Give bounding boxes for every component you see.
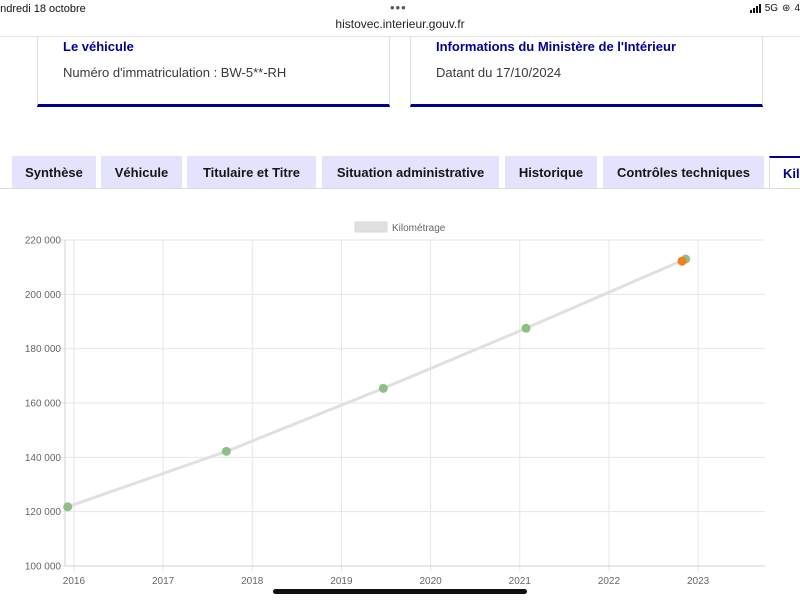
x-tick-label: 2018 xyxy=(241,576,264,587)
tab-kilometrage[interactable]: Kilo xyxy=(769,156,800,189)
x-tick-label: 2020 xyxy=(419,576,442,587)
y-tick-label: 120 000 xyxy=(25,507,62,518)
home-indicator[interactable] xyxy=(273,589,527,594)
tab-titulaire[interactable]: Titulaire et Titre xyxy=(187,156,316,189)
x-tick-label: 2016 xyxy=(63,576,86,587)
address-bar-url[interactable]: histovec.interieur.gouv.fr xyxy=(0,17,800,31)
battery-label: 4 xyxy=(794,3,800,14)
tab-situation-administrative[interactable]: Situation administrative xyxy=(322,156,499,189)
data-point xyxy=(221,446,231,456)
y-tick-label: 140 000 xyxy=(25,453,62,464)
status-bar: endredi 18 octobre ••• histovec.interieu… xyxy=(0,0,800,36)
series-line xyxy=(67,257,687,509)
vehicle-card: Le véhicule Numéro d'immatriculation : B… xyxy=(37,37,390,107)
tab-historique[interactable]: Historique xyxy=(505,156,597,189)
data-point xyxy=(63,502,73,512)
y-tick-label: 160 000 xyxy=(25,399,62,410)
ministry-card: Informations du Ministère de l'Intérieur… xyxy=(410,37,763,107)
highlighted-data-point xyxy=(677,256,687,266)
tab-controles-techniques[interactable]: Contrôles techniques xyxy=(603,156,764,189)
y-tick-label: 220 000 xyxy=(25,236,62,247)
orientation-lock-icon: ⊛ xyxy=(782,3,791,14)
status-date: endredi 18 octobre xyxy=(0,3,86,15)
x-tick-label: 2023 xyxy=(687,576,710,587)
mileage-chart: 100 000 120 000 140 000 160 000 180 000 200 0… xyxy=(25,221,765,587)
x-tick-label: 2021 xyxy=(509,576,532,587)
registration-number: Numéro d'immatriculation : BW-5**-RH xyxy=(63,65,287,80)
data-point xyxy=(521,323,531,333)
x-tick-label: 2022 xyxy=(598,576,621,587)
tab-bar: Synthèse Véhicule Titulaire et Titre Sit… xyxy=(0,156,800,189)
ministry-card-title: Informations du Ministère de l'Intérieur xyxy=(436,39,677,54)
tab-vehicule[interactable]: Véhicule xyxy=(101,156,182,189)
data-date: Datant du 17/10/2024 xyxy=(436,65,562,80)
legend-swatch xyxy=(354,221,388,233)
status-indicators: 5G ⊛ 4 xyxy=(749,3,800,14)
vehicle-card-title: Le véhicule xyxy=(63,39,134,54)
legend-label: Kilométrage xyxy=(392,223,446,234)
y-tick-label: 100 000 xyxy=(25,562,62,573)
data-point xyxy=(378,383,388,393)
network-label: 5G xyxy=(764,3,779,14)
more-options-icon[interactable]: ••• xyxy=(390,0,407,15)
signal-icon xyxy=(749,4,761,13)
y-tick-label: 200 000 xyxy=(25,290,62,301)
x-tick-label: 2019 xyxy=(330,576,353,587)
tab-synthese[interactable]: Synthèse xyxy=(12,156,96,189)
x-tick-label: 2017 xyxy=(152,576,175,587)
y-tick-label: 180 000 xyxy=(25,344,62,355)
